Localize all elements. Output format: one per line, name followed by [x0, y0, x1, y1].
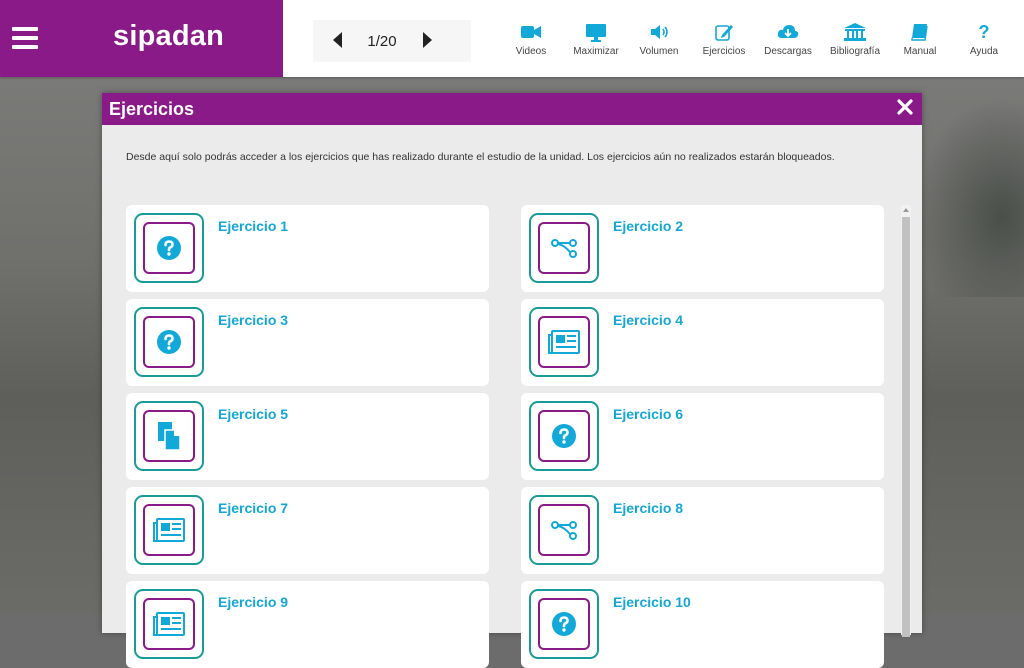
- connect-icon: [551, 239, 577, 258]
- downloads-button[interactable]: Descargas: [762, 22, 814, 57]
- help-button[interactable]: ? Ayuda: [965, 22, 1003, 57]
- exercise-title: Ejercicio 10: [613, 594, 691, 610]
- connect-icon: [551, 521, 577, 540]
- exercise-title: Ejercicio 5: [218, 406, 289, 422]
- edit-icon: [715, 25, 733, 41]
- exercise-title: Ejercicio 9: [218, 594, 289, 610]
- newspaper-icon: [153, 612, 185, 636]
- exercise-tile: [529, 495, 599, 565]
- exercise-title: Ejercicio 1: [218, 218, 289, 234]
- question-icon: [157, 330, 181, 354]
- next-page-icon[interactable]: [423, 32, 432, 48]
- maximize-button[interactable]: Maximizar: [570, 22, 622, 57]
- exercises-button[interactable]: Ejercicios: [700, 22, 748, 57]
- exercise-tile: [134, 307, 204, 377]
- cloud-download-icon: [777, 25, 799, 38]
- volume-button[interactable]: Volumen: [637, 22, 681, 57]
- dialog-header: Ejercicios: [102, 93, 922, 125]
- exercise-card[interactable]: Ejercicio 1: [126, 205, 489, 292]
- exercise-card[interactable]: Ejercicio 6: [521, 393, 884, 480]
- dialog-title: Ejercicios: [109, 99, 195, 119]
- question-icon: [552, 424, 576, 448]
- exercise-tile: [529, 589, 599, 659]
- page-indicator: 1/20: [367, 33, 397, 50]
- logo: sipadan: [113, 20, 224, 52]
- videos-button[interactable]: Videos: [510, 22, 552, 57]
- library-icon: [844, 23, 866, 41]
- question-icon: [157, 236, 181, 260]
- bibliography-button[interactable]: Bibliografía: [828, 22, 882, 57]
- manual-button[interactable]: Manual: [900, 22, 940, 57]
- prev-page-icon[interactable]: [333, 32, 342, 48]
- exercise-tile: [529, 401, 599, 471]
- top-bar: sipadan 1/20 Videos Maximizar Volumen Ej…: [0, 0, 1024, 77]
- exercise-tile: [134, 213, 204, 283]
- exercise-tile: [134, 495, 204, 565]
- exercise-title: Ejercicio 8: [613, 500, 684, 516]
- newspaper-icon: [548, 330, 580, 354]
- exercise-title: Ejercicio 4: [613, 312, 684, 328]
- dialog-intro-text: Desde aquí solo podrás acceder a los eje…: [126, 151, 835, 163]
- scrollbar-thumb[interactable]: [902, 217, 910, 637]
- exercise-tile: [529, 213, 599, 283]
- exercise-tile: [134, 589, 204, 659]
- exercise-card[interactable]: Ejercicio 8: [521, 487, 884, 574]
- exercise-title: Ejercicio 2: [613, 218, 684, 234]
- exercise-card[interactable]: Ejercicio 3: [126, 299, 489, 386]
- exercise-tile: [134, 401, 204, 471]
- question-icon: [552, 612, 576, 636]
- scrollbar[interactable]: [901, 205, 911, 637]
- hamburger-menu-icon[interactable]: [12, 27, 38, 49]
- monitor-icon: [586, 24, 606, 42]
- exercise-tile: [529, 307, 599, 377]
- exercise-title: Ejercicio 7: [218, 500, 289, 516]
- exercise-card[interactable]: Ejercicio 2: [521, 205, 884, 292]
- exercise-title: Ejercicio 3: [218, 312, 289, 328]
- scroll-up-arrow-icon[interactable]: [903, 208, 909, 212]
- exercises-dialog: Ejercicios Desde aquí solo podrás accede…: [102, 93, 922, 668]
- copy-icon: [158, 422, 181, 451]
- exercise-card[interactable]: Ejercicio 9: [126, 581, 489, 668]
- exercise-card[interactable]: Ejercicio 5: [126, 393, 489, 480]
- pager: 1/20: [313, 20, 471, 62]
- brand-panel: sipadan: [0, 0, 283, 77]
- video-camera-icon: [521, 26, 541, 38]
- exercise-title: Ejercicio 6: [613, 406, 684, 422]
- volume-icon: [651, 25, 668, 39]
- exercise-card[interactable]: Ejercicio 10: [521, 581, 884, 668]
- question-icon: ?: [978, 22, 990, 42]
- close-icon[interactable]: [896, 98, 914, 116]
- newspaper-icon: [153, 518, 185, 542]
- exercise-card[interactable]: Ejercicio 7: [126, 487, 489, 574]
- book-icon: [911, 24, 928, 41]
- exercise-card[interactable]: Ejercicio 4: [521, 299, 884, 386]
